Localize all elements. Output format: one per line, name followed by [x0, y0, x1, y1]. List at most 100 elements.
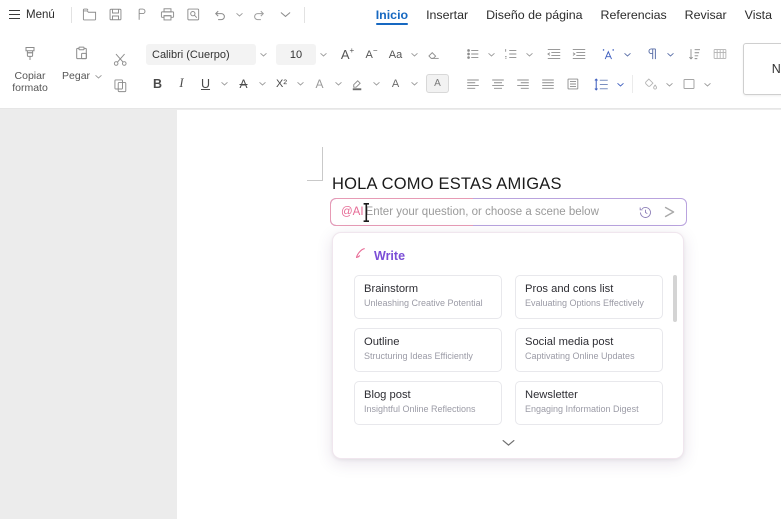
line-spacing-caret-icon[interactable] [615, 73, 626, 96]
ai-panel-scrollbar-thumb[interactable] [673, 275, 677, 322]
font-size-caret-icon[interactable] [317, 44, 330, 65]
format-painter-button[interactable]: Copiar formato [4, 33, 56, 105]
underline-caret-icon[interactable] [218, 73, 231, 94]
sort-icon[interactable] [683, 43, 706, 66]
align-left-icon[interactable] [461, 73, 484, 96]
highlight-caret-icon[interactable] [370, 73, 383, 94]
grow-font-icon[interactable]: A + [336, 43, 359, 66]
font-color-button[interactable]: A [384, 72, 407, 95]
align-center-icon[interactable] [486, 73, 509, 96]
superscript-button[interactable]: X² [270, 72, 293, 95]
clear-formatting-icon[interactable] [422, 43, 445, 66]
tab-vista-label: Vista [744, 7, 772, 22]
ai-prompt-input[interactable]: @AI Enter your question, or choose a sce… [329, 197, 687, 227]
undo-dropdown-caret[interactable] [234, 3, 246, 27]
shrink-font-icon[interactable]: A − [360, 43, 383, 66]
font-name-value: Calibri (Cuerpo) [152, 48, 230, 61]
bold-button[interactable]: B [146, 72, 169, 95]
paste-label-text: Pegar [62, 70, 91, 82]
text-effects-button[interactable]: A [308, 72, 331, 95]
style-normal-button[interactable]: Norm [743, 43, 781, 95]
numbered-list-icon[interactable] [499, 43, 522, 66]
ribbon-group-font: Calibri (Cuerpo) 10 A + A − Aa B I U A X… [142, 29, 449, 109]
undo-icon[interactable] [208, 3, 232, 27]
grow-font-glyph: A [340, 47, 350, 62]
text-effects-caret-icon[interactable] [332, 73, 345, 94]
history-icon[interactable] [637, 204, 654, 221]
multilevel-list-icon[interactable] [708, 43, 731, 66]
tab-referencias[interactable]: Referencias [592, 0, 676, 29]
document-heading-text[interactable]: HOLA COMO ESTAS AMIGAS [332, 175, 562, 194]
font-size-combobox[interactable]: 10 [276, 44, 316, 65]
font-name-combobox[interactable]: Calibri (Cuerpo) [146, 44, 256, 65]
character-shading-button[interactable]: A [426, 74, 449, 93]
tab-insertar[interactable]: Insertar [417, 0, 477, 29]
ribbon-tabs: Inicio Insertar Diseño de página Referen… [367, 0, 781, 29]
document-page[interactable]: HOLA COMO ESTAS AMIGAS @AI Enter your qu… [177, 110, 781, 519]
superscript-caret-icon[interactable] [294, 73, 307, 94]
paragraph-marks-icon[interactable] [640, 43, 663, 66]
shrink-font-minus: − [372, 46, 378, 55]
change-case-glyph: Aa [388, 48, 403, 61]
strikethrough-button[interactable]: A [232, 72, 255, 95]
scissors-icon[interactable] [108, 47, 132, 71]
scene-card-pros-and-cons-list[interactable]: Pros and cons list Evaluating Options Ef… [515, 275, 663, 319]
distributed-align-icon[interactable] [561, 73, 584, 96]
tab-diseno-de-pagina[interactable]: Diseño de página [477, 0, 591, 29]
scene-card-subtitle: Evaluating Options Effectively [525, 298, 644, 308]
print-icon[interactable] [156, 3, 180, 27]
scene-card-social-media-post[interactable]: Social media post Captivating Online Upd… [515, 328, 663, 372]
tab-revisar[interactable]: Revisar [676, 0, 736, 29]
print-preview-icon[interactable] [182, 3, 206, 27]
scene-card-title: Brainstorm [364, 283, 419, 295]
menu-button[interactable]: Menú [0, 0, 65, 29]
font-color-caret-icon[interactable] [408, 73, 421, 94]
toolbar-divider-2 [303, 6, 305, 23]
ai-scene-cards: Brainstorm Unleashing Creative Potential… [333, 275, 683, 425]
paste-button[interactable]: Pegar [56, 33, 108, 105]
highlight-color-button[interactable] [346, 72, 369, 95]
change-case-icon[interactable]: Aa [384, 43, 407, 66]
numbered-list-caret-icon[interactable] [524, 43, 535, 66]
font-name-caret-icon[interactable] [257, 44, 270, 65]
align-right-icon[interactable] [511, 73, 534, 96]
hamburger-icon [9, 10, 20, 19]
italic-button[interactable]: I [170, 72, 193, 95]
scene-card-outline[interactable]: Outline Structuring Ideas Efficiently [354, 328, 502, 372]
increase-indent-icon[interactable] [567, 43, 590, 66]
underline-glyph: U [200, 76, 211, 91]
print-preview-pen-icon[interactable] [130, 3, 154, 27]
ai-panel-expand-button[interactable] [333, 434, 683, 452]
shading-caret-icon[interactable] [664, 73, 675, 96]
paragraph-row-bottom [461, 71, 731, 97]
save-icon[interactable] [104, 3, 128, 27]
copy-icon[interactable] [108, 73, 132, 97]
align-justify-icon[interactable] [536, 73, 559, 96]
send-arrow-icon[interactable] [661, 204, 678, 221]
bullet-list-caret-icon[interactable] [486, 43, 497, 66]
scene-card-blog-post[interactable]: Blog post Insightful Online Reflections [354, 381, 502, 425]
ribbon-group-paragraph [455, 29, 731, 109]
phonetic-guide-icon[interactable] [597, 43, 620, 66]
tab-inicio[interactable]: Inicio [367, 0, 417, 29]
open-folder-icon[interactable] [78, 3, 102, 27]
chevron-down-icon[interactable] [274, 3, 298, 27]
bullet-list-icon[interactable] [461, 43, 484, 66]
decrease-indent-icon[interactable] [542, 43, 565, 66]
paragraph-marks-caret-icon[interactable] [665, 43, 676, 66]
underline-button[interactable]: U [194, 72, 217, 95]
shading-icon[interactable] [639, 73, 662, 96]
tab-diseno-label: Diseño de página [486, 7, 583, 22]
borders-icon[interactable] [677, 73, 700, 96]
tab-vista[interactable]: Vista [736, 0, 781, 29]
ribbon-group-clipboard: Copiar formato Pegar [0, 29, 136, 109]
redo-icon[interactable] [248, 3, 272, 27]
strikethrough-caret-icon[interactable] [256, 73, 269, 94]
line-spacing-icon[interactable] [590, 73, 613, 96]
change-case-caret-icon[interactable] [408, 44, 421, 65]
tab-inicio-label: Inicio [375, 7, 409, 22]
borders-caret-icon[interactable] [702, 73, 713, 96]
phonetic-guide-caret-icon[interactable] [622, 43, 633, 66]
scene-card-brainstorm[interactable]: Brainstorm Unleashing Creative Potential [354, 275, 502, 319]
scene-card-newsletter[interactable]: Newsletter Engaging Information Digest [515, 381, 663, 425]
